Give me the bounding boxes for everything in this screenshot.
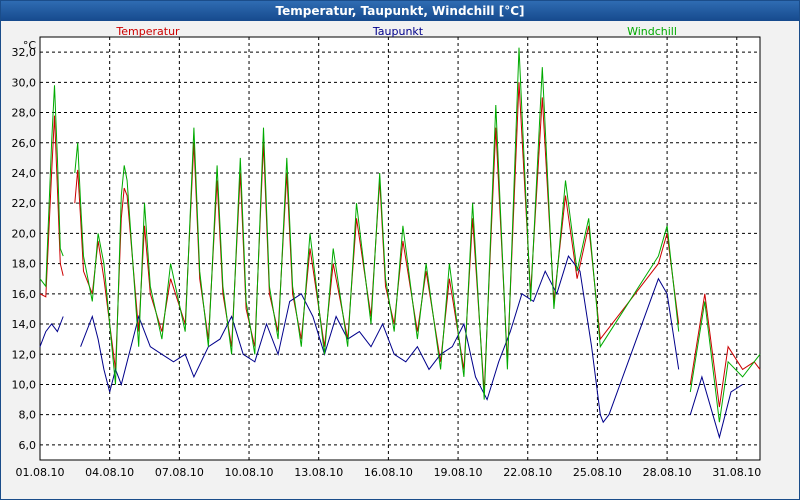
x-tick-label: 13.08.10 — [294, 466, 343, 479]
y-tick-label: 24,0 — [12, 167, 37, 180]
chart-svg: 32,030,028,026,024,022,020,018,016,014,0… — [12, 25, 800, 479]
y-tick-label: 30,0 — [12, 76, 37, 89]
y-unit-label: °C — [23, 39, 37, 52]
x-tick-label: 31.08.10 — [712, 466, 761, 479]
y-tick-label: 28,0 — [12, 107, 37, 120]
legend-taupunkt: Taupunkt — [372, 25, 424, 38]
x-tick-label: 25.08.10 — [573, 466, 622, 479]
x-tick-label: 19.08.10 — [434, 466, 483, 479]
y-tick-label: 26,0 — [12, 137, 37, 150]
legend-temperatur: Temperatur — [115, 25, 180, 38]
y-tick-label: 14,0 — [12, 318, 37, 331]
x-tick-label: 10.08.10 — [225, 466, 274, 479]
y-tick-label: 8,0 — [19, 409, 37, 422]
y-tick-label: 12,0 — [12, 348, 37, 361]
x-tick-label: 28.08.10 — [643, 466, 692, 479]
x-tick-label: 16.08.10 — [364, 466, 413, 479]
x-tick-label: 07.08.10 — [155, 466, 204, 479]
y-tick-label: 20,0 — [12, 227, 37, 240]
legend-windchill: Windchill — [627, 25, 677, 38]
y-tick-label: 6,0 — [19, 439, 37, 452]
y-tick-label: 16,0 — [12, 288, 37, 301]
x-tick-label: 01.08.10 — [16, 466, 65, 479]
x-tick-label: 04.08.10 — [85, 466, 134, 479]
x-tick-label: 22.08.10 — [503, 466, 552, 479]
y-tick-label: 10,0 — [12, 378, 37, 391]
y-tick-label: 18,0 — [12, 258, 37, 271]
y-tick-label: 22,0 — [12, 197, 37, 210]
